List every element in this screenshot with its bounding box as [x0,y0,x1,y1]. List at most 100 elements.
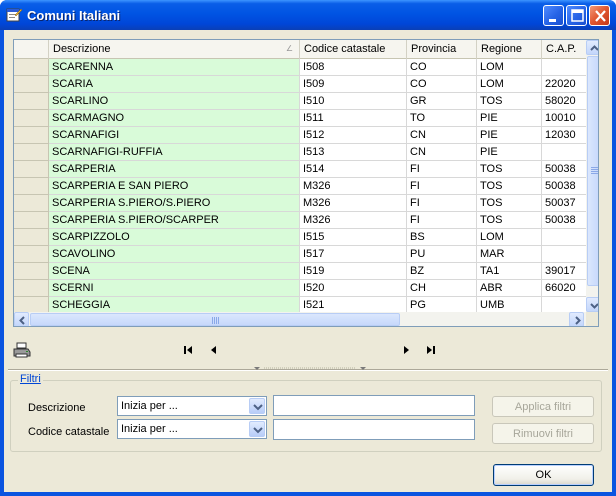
descrizione-mode-select[interactable]: Inizia per ... [117,396,267,416]
dropdown-button[interactable] [249,398,265,414]
row-selector[interactable] [14,246,49,263]
table-row[interactable]: SCARPERIA S.PIERO/SCARPER M326 FI TOS 50038 [14,212,586,229]
cell-provincia[interactable]: BZ [407,263,477,280]
splitter-grip-icon[interactable] [254,366,366,374]
cell-provincia[interactable]: FI [407,212,477,229]
cell-provincia[interactable]: BS [407,229,477,246]
cell-codice-catastale[interactable]: I520 [300,280,407,297]
cell-codice-catastale[interactable]: I514 [300,161,407,178]
cell-descrizione[interactable]: SCARNAFIGI-RUFFIA [49,144,300,161]
table-row[interactable]: SCARMAGNO I511 TO PIE 10010 [14,110,586,127]
cell-cap[interactable]: 50038 [542,212,586,229]
cell-descrizione[interactable]: SCAVOLINO [49,246,300,263]
table-row[interactable]: SCARNAFIGI I512 CN PIE 12030 [14,127,586,144]
cell-codice-catastale[interactable]: I513 [300,144,407,161]
cell-provincia[interactable]: FI [407,178,477,195]
cell-provincia[interactable]: PG [407,297,477,312]
cell-descrizione[interactable]: SCARIA [49,76,300,93]
next-record-button[interactable] [399,342,415,358]
scroll-right-button[interactable] [569,312,584,326]
row-selector[interactable] [14,195,49,212]
cell-codice-catastale[interactable]: I508 [300,59,407,76]
cell-codice-catastale[interactable]: I511 [300,110,407,127]
cell-cap[interactable]: 12030 [542,127,586,144]
column-header-regione[interactable]: Regione [477,40,542,59]
previous-record-button[interactable] [206,342,222,358]
cell-provincia[interactable]: CN [407,127,477,144]
cell-provincia[interactable]: FI [407,161,477,178]
cell-descrizione[interactable]: SCARNAFIGI [49,127,300,144]
cell-regione[interactable]: LOM [477,76,542,93]
cell-codice-catastale[interactable]: I510 [300,93,407,110]
maximize-button[interactable] [566,5,587,26]
print-button[interactable] [13,342,31,358]
cell-cap[interactable]: 50037 [542,195,586,212]
row-selector[interactable] [14,93,49,110]
cell-regione[interactable]: PIE [477,110,542,127]
cell-descrizione[interactable]: SCARLINO [49,93,300,110]
row-selector[interactable] [14,229,49,246]
column-header-provincia[interactable]: Provincia [407,40,477,59]
table-row[interactable]: SCARENNA I508 CO LOM [14,59,586,76]
cell-descrizione[interactable]: SCENA [49,263,300,280]
cell-codice-catastale[interactable]: M326 [300,178,407,195]
table-row[interactable]: SCARPIZZOLO I515 BS LOM [14,229,586,246]
scroll-up-button[interactable] [586,40,598,55]
comuni-grid[interactable]: Descrizione ∠ Codice catastale Provincia… [13,39,599,327]
table-row[interactable]: SCARPERIA I514 FI TOS 50038 [14,161,586,178]
cell-codice-catastale[interactable]: M326 [300,195,407,212]
row-selector[interactable] [14,178,49,195]
cell-provincia[interactable]: FI [407,195,477,212]
table-row[interactable]: SCERNI I520 CH ABR 66020 [14,280,586,297]
row-selector[interactable] [14,212,49,229]
cell-cap[interactable]: 58020 [542,93,586,110]
table-row[interactable]: SCARPERIA E SAN PIERO M326 FI TOS 50038 [14,178,586,195]
cell-cap[interactable] [542,246,586,263]
cell-regione[interactable]: UMB [477,297,542,312]
row-selector[interactable] [14,110,49,127]
table-row[interactable]: SCARPERIA S.PIERO/S.PIERO M326 FI TOS 50037 [14,195,586,212]
cell-provincia[interactable]: CO [407,76,477,93]
column-header-codice-catastale[interactable]: Codice catastale [300,40,407,59]
cell-cap[interactable]: 50038 [542,178,586,195]
cell-descrizione[interactable]: SCARMAGNO [49,110,300,127]
column-header-descrizione[interactable]: Descrizione ∠ [49,40,300,59]
cell-descrizione[interactable]: SCARPERIA E SAN PIERO [49,178,300,195]
cell-cap[interactable]: 10010 [542,110,586,127]
cell-cap[interactable] [542,229,586,246]
cell-codice-catastale[interactable]: I509 [300,76,407,93]
first-record-button[interactable] [181,342,197,358]
cell-regione[interactable]: TA1 [477,263,542,280]
cell-descrizione[interactable]: SCERNI [49,280,300,297]
dropdown-button[interactable] [249,421,265,437]
row-selector[interactable] [14,144,49,161]
row-selector[interactable] [14,280,49,297]
row-selector[interactable] [14,59,49,76]
table-row[interactable]: SCENA I519 BZ TA1 39017 [14,263,586,280]
cell-regione[interactable]: TOS [477,93,542,110]
cell-regione[interactable]: PIE [477,144,542,161]
cell-regione[interactable]: TOS [477,178,542,195]
cell-provincia[interactable]: PU [407,246,477,263]
ok-button[interactable]: OK [493,464,594,486]
cell-cap[interactable]: 39017 [542,263,586,280]
descrizione-filter-input[interactable] [273,395,475,416]
row-selector[interactable] [14,297,49,312]
cell-descrizione[interactable]: SCARPERIA [49,161,300,178]
cell-descrizione[interactable]: SCHEGGIA [49,297,300,312]
cell-provincia[interactable]: TO [407,110,477,127]
cell-regione[interactable]: TOS [477,212,542,229]
cell-regione[interactable]: PIE [477,127,542,144]
scroll-left-button[interactable] [14,312,29,326]
cell-cap[interactable]: 50038 [542,161,586,178]
cell-cap[interactable]: 66020 [542,280,586,297]
row-selector[interactable] [14,161,49,178]
cell-regione[interactable]: TOS [477,195,542,212]
table-row[interactable]: SCARNAFIGI-RUFFIA I513 CN PIE [14,144,586,161]
cell-regione[interactable]: MAR [477,246,542,263]
cell-provincia[interactable]: CH [407,280,477,297]
row-selector[interactable] [14,263,49,280]
table-row[interactable]: SCARIA I509 CO LOM 22020 [14,76,586,93]
cell-cap[interactable] [542,297,586,312]
row-selector[interactable] [14,76,49,93]
